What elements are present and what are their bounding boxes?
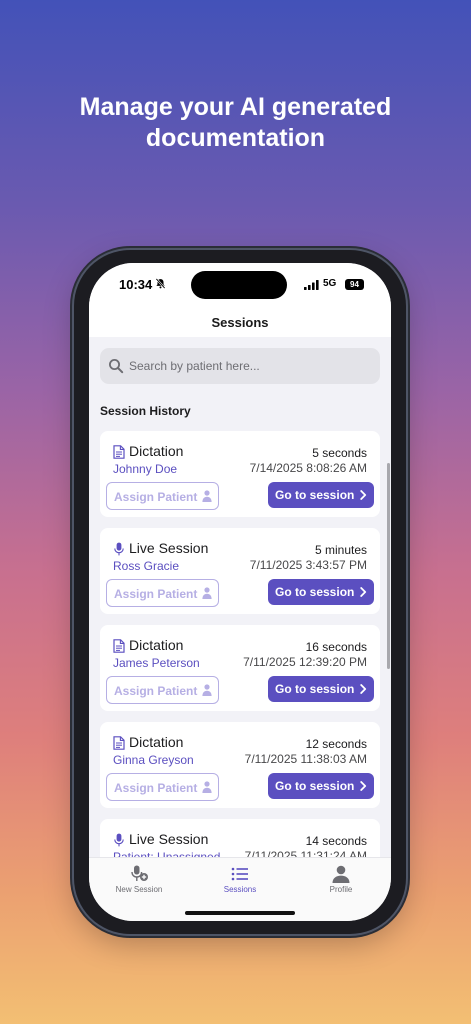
tab-profile[interactable]: Profile [291,858,391,921]
chevron-right-icon [360,781,367,791]
section-title: Session History [100,404,191,418]
assign-patient-button[interactable]: Assign Patient [106,482,219,510]
tab-new-session[interactable]: New Session [89,858,189,921]
session-card[interactable]: Dictation 16 seconds James Peterson 7/11/20… [100,625,380,711]
go-to-session-label: Go to session [275,682,355,696]
go-to-session-button[interactable]: Go to session [268,579,374,605]
scrollbar[interactable] [387,463,390,669]
list-icon [231,867,248,881]
assign-patient-button[interactable]: Assign Patient [106,773,219,801]
patient-name[interactable]: Ginna Greyson [113,753,194,767]
session-datetime: 7/11/2025 12:39:20 PM [243,655,367,669]
tab-label: Sessions [223,885,257,894]
home-indicator [185,911,295,915]
session-duration: 5 seconds [312,446,367,460]
session-type: Live Session [129,540,209,556]
assign-patient-label: Assign Patient [114,684,198,698]
microphone-icon [114,542,124,556]
document-icon [113,736,125,750]
headline: Manage your AI generated documentation [0,92,471,154]
session-datetime: 7/11/2025 3:43:57 PM [249,558,367,572]
dynamic-island [191,271,287,299]
assign-patient-label: Assign Patient [114,781,198,795]
signal-icon [304,280,319,290]
tab-label: Profile [329,885,353,894]
patient-name[interactable]: Johnny Doe [113,462,177,476]
assign-patient-label: Assign Patient [114,490,198,504]
chevron-right-icon [360,587,367,597]
session-duration: 14 seconds [305,834,367,848]
network-label: 5G [323,278,337,289]
session-duration: 16 seconds [305,640,367,654]
tab-label: New Session [115,885,163,894]
session-card[interactable]: Live Session 5 minutes Ross Gracie 7/11/202… [100,528,380,614]
patient-name[interactable]: James Peterson [113,656,200,670]
session-type: Dictation [129,443,184,459]
bell-muted-icon [155,278,166,289]
profile-icon [332,865,350,883]
status-bar: 10:34 5G 94 [89,263,391,307]
session-type: Live Session [129,831,209,847]
battery-level: 94 [350,280,359,289]
person-icon [202,490,212,502]
chevron-right-icon [360,490,367,500]
go-to-session-label: Go to session [275,779,355,793]
session-datetime: 7/11/2025 11:38:03 AM [244,752,367,766]
page-title: Sessions [211,315,269,330]
document-icon [113,639,125,653]
assign-patient-label: Assign Patient [114,587,198,601]
session-duration: 5 minutes [314,543,367,557]
session-card[interactable]: Dictation 5 seconds Johnny Doe 7/14/2025 8:… [100,431,380,517]
search-placeholder: Search by patient here... [129,359,260,373]
go-to-session-label: Go to session [275,488,355,502]
new-session-icon [131,865,148,881]
navigation-bar: Sessions [89,307,391,337]
battery-icon: 94 [345,279,364,290]
person-icon [202,587,212,599]
person-icon [202,781,212,793]
session-type: Dictation [129,734,184,750]
patient-name[interactable]: Ross Gracie [113,559,179,573]
session-card[interactable]: Dictation 12 seconds Ginna Greyson 7/11/202… [100,722,380,808]
go-to-session-button[interactable]: Go to session [268,676,374,702]
document-icon [113,445,125,459]
go-to-session-button[interactable]: Go to session [268,773,374,799]
go-to-session-label: Go to session [275,585,355,599]
search-icon [109,359,124,374]
session-datetime: 7/14/2025 8:08:26 AM [249,461,367,475]
session-duration: 12 seconds [305,737,367,751]
chevron-right-icon [360,684,367,694]
search-input[interactable]: Search by patient here... [100,348,380,384]
app-screen: 10:34 5G 94 Sessions Search by patient h… [89,263,391,921]
microphone-icon [114,833,124,847]
assign-patient-button[interactable]: Assign Patient [106,579,219,607]
session-type: Dictation [129,637,184,653]
headline-line-2: documentation [145,124,326,152]
person-icon [202,684,212,696]
go-to-session-button[interactable]: Go to session [268,482,374,508]
status-time: 10:34 [119,277,153,292]
headline-line-1: Manage your AI generated [79,93,392,121]
assign-patient-button[interactable]: Assign Patient [106,676,219,704]
